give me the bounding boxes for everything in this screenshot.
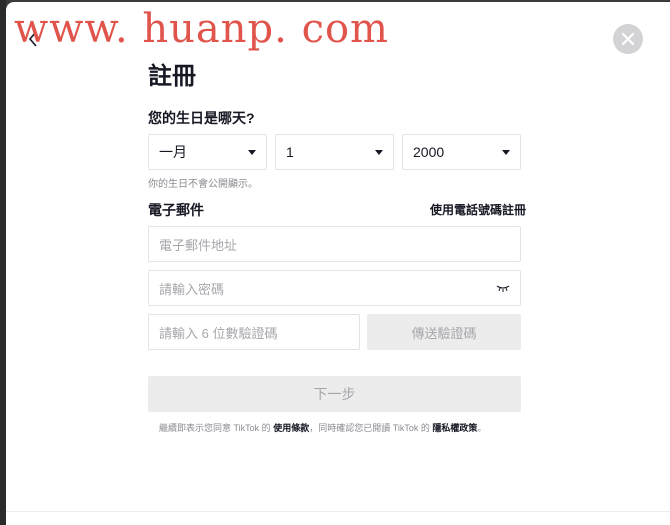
email-input[interactable]: 電子郵件地址 [148, 226, 521, 262]
birthday-hint: 你的生日不會公開顯示。 [148, 179, 258, 190]
email-label: 電子郵件 [148, 202, 204, 218]
terms-prefix: 繼續即表示您同意 TikTok 的 [159, 423, 271, 433]
watermark-text: www. huanp. com [14, 6, 389, 52]
caret-down-icon [248, 149, 256, 155]
password-input[interactable]: 請輸入密碼 [148, 270, 521, 306]
email-placeholder: 電子郵件地址 [159, 237, 238, 253]
close-button[interactable] [613, 24, 643, 54]
eye-closed-icon[interactable] [496, 283, 510, 293]
day-value: 1 [286, 144, 294, 160]
year-value: 2000 [413, 144, 445, 160]
birthday-label: 您的生日是哪天? [148, 110, 255, 126]
terms-text: 繼續即表示您同意 TikTok 的 使用條款，同時確認您已閱讀 TikTok 的… [159, 421, 486, 434]
code-placeholder: 請輸入 6 位數驗證碼 [159, 325, 278, 341]
month-value: 一月 [159, 144, 187, 160]
password-placeholder: 請輸入密碼 [159, 281, 225, 297]
footer-divider [6, 511, 670, 512]
verification-code-input[interactable]: 請輸入 6 位數驗證碼 [148, 314, 360, 350]
terms-of-use-link[interactable]: 使用條款 [273, 423, 309, 433]
next-button[interactable]: 下一步 [148, 376, 521, 412]
terms-middle: ，同時確認您已閱讀 TikTok 的 [309, 423, 430, 433]
use-phone-link[interactable]: 使用電話號碼註冊 [430, 201, 526, 218]
day-select[interactable]: 1 [275, 134, 394, 170]
close-icon [622, 33, 634, 45]
year-select[interactable]: 2000 [402, 134, 521, 170]
month-select[interactable]: 一月 [148, 134, 267, 170]
caret-down-icon [502, 149, 510, 155]
page-title: 註冊 [148, 63, 196, 90]
signup-modal [6, 2, 670, 525]
send-code-button[interactable]: 傳送驗證碼 [367, 314, 521, 350]
caret-down-icon [375, 149, 383, 155]
privacy-policy-link[interactable]: 隱私權政策 [432, 423, 477, 433]
terms-suffix: 。 [477, 423, 487, 433]
